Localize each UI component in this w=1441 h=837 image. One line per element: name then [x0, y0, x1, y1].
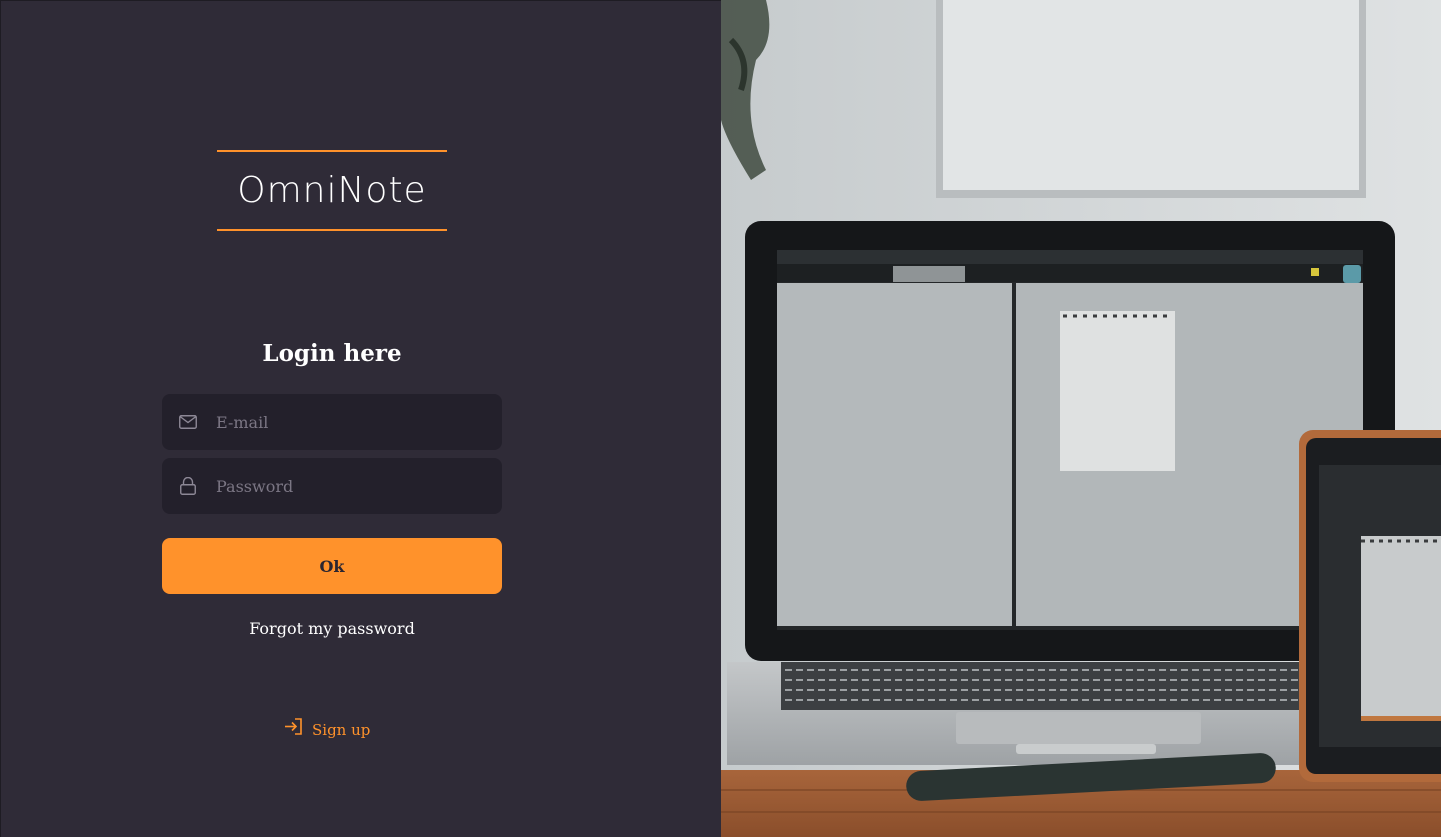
password-field[interactable] — [162, 458, 502, 514]
login-title: Login here — [262, 340, 402, 367]
email-input[interactable] — [214, 401, 498, 443]
forgot-password-link[interactable]: Forgot my password — [162, 618, 502, 640]
lock-icon — [179, 477, 197, 495]
password-input[interactable] — [214, 465, 498, 507]
sign-up-link[interactable]: Sign up — [284, 718, 370, 741]
logo-bottom-rule — [217, 229, 447, 231]
logo-top-rule — [217, 150, 447, 152]
email-field[interactable] — [162, 394, 502, 450]
sign-up-label: Sign up — [312, 720, 371, 739]
brand-logo: OmniNote — [217, 150, 447, 232]
hero-image — [721, 0, 1441, 837]
sign-in-icon — [284, 718, 303, 741]
brand-name: OmniNote — [237, 170, 427, 211]
hero-photo — [721, 0, 1441, 837]
login-page: OmniNote Login here Ok Forgot — [0, 0, 1441, 837]
ok-button[interactable]: Ok — [162, 538, 502, 594]
login-panel: OmniNote Login here Ok Forgot — [0, 0, 721, 837]
mail-icon — [179, 413, 197, 431]
